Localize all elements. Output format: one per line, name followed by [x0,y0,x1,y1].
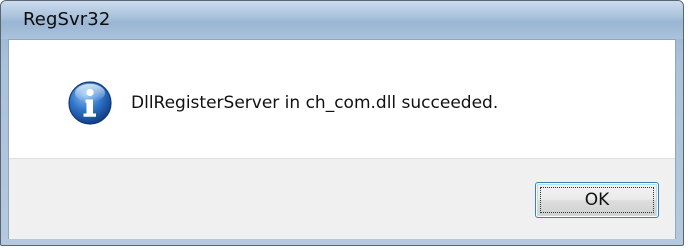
button-bar: OK [9,158,675,239]
title-bar[interactable]: RegSvr32 [1,1,683,39]
ok-button[interactable]: OK [535,182,659,218]
ok-button-label: OK [584,190,610,210]
dialog-body: DllRegisterServer in ch_com.dll succeede… [8,39,676,239]
dialog-window: RegSvr32 DllRegisterServer in ch_com.dll… [0,0,684,246]
info-icon [67,80,113,126]
dialog-message: DllRegisterServer in ch_com.dll succeede… [131,93,499,113]
message-area: DllRegisterServer in ch_com.dll succeede… [9,40,675,158]
window-title: RegSvr32 [23,9,111,30]
